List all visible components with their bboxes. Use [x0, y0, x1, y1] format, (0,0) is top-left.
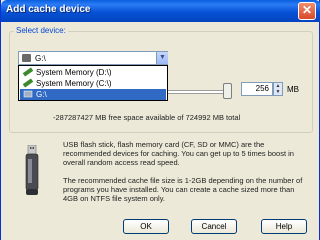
memory-icon: [22, 67, 34, 77]
close-button[interactable]: ✕: [298, 2, 316, 20]
dropdown-item-label: System Memory (C:\): [36, 79, 112, 88]
cache-size-spinner[interactable]: ▲ ▼: [273, 82, 283, 96]
close-icon: ✕: [301, 3, 313, 17]
dropdown-item-g[interactable]: G:\: [20, 89, 166, 100]
ok-button[interactable]: OK: [123, 219, 169, 234]
title-bar[interactable]: Add cache device ✕: [1, 0, 320, 22]
help-button[interactable]: Help: [261, 219, 307, 234]
add-cache-device-dialog: Add cache device ✕ Select device: G:\ ▼ …: [0, 0, 320, 240]
free-space-text: -287287427 MB free space available of 72…: [53, 113, 241, 122]
cancel-button[interactable]: Cancel: [191, 219, 237, 234]
cache-size-unit: MB: [287, 85, 299, 94]
info-paragraph-size: The recommended cache file size is 1-2GB…: [63, 176, 303, 203]
window-title: Add cache device: [6, 4, 91, 15]
drive-icon: [23, 90, 33, 98]
device-select[interactable]: G:\ ▼: [18, 51, 168, 65]
cache-size-input[interactable]: 256: [241, 82, 273, 96]
device-select-value: G:\: [35, 54, 46, 63]
drive-icon: [22, 54, 31, 62]
group-label: Select device:: [14, 26, 68, 35]
usb-stick-icon: [25, 145, 39, 195]
dropdown-item-label: System Memory (D:\): [36, 68, 112, 77]
info-paragraph-flash: USB flash stick, flash memory card (CF, …: [63, 140, 294, 167]
dropdown-item-system-memory-d[interactable]: System Memory (D:\): [20, 67, 166, 78]
cache-size-slider-thumb[interactable]: [223, 83, 232, 99]
chevron-down-icon[interactable]: ▼: [156, 52, 168, 64]
dropdown-item-label: G:\: [36, 90, 47, 99]
spin-down-icon[interactable]: ▼: [274, 89, 282, 95]
dropdown-item-system-memory-c[interactable]: System Memory (C:\): [20, 78, 166, 89]
memory-icon: [22, 78, 34, 88]
device-dropdown-list: System Memory (D:\) System Memory (C:\) …: [18, 65, 168, 101]
